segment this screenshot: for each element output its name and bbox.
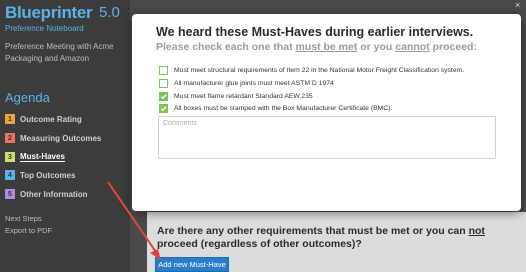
annotation-arrow-icon [107,181,161,260]
